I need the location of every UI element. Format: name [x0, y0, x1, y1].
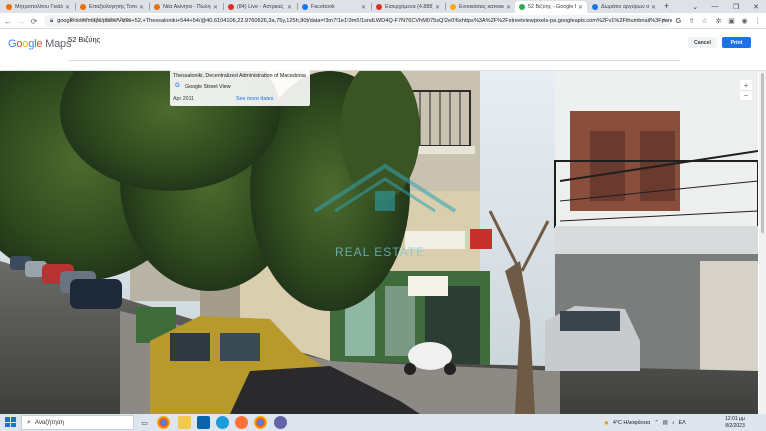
search-icon: ⌕ [27, 418, 31, 426]
chrome-active-icon[interactable] [254, 416, 267, 429]
start-logo-pane [5, 417, 10, 422]
notes-field[interactable] [68, 15, 680, 61]
see-more-dates-link[interactable]: See more dates [236, 96, 273, 102]
tab-2[interactable]: Επαξιολογητής Τοποθέτησης ✕ [76, 1, 148, 13]
mail-icon[interactable] [197, 416, 210, 429]
cancel-button[interactable]: Cancel [688, 37, 717, 48]
tab-close-icon[interactable]: ✕ [361, 4, 366, 11]
tab-4[interactable]: (84) Live - Αστρικές κα ✕ [224, 1, 296, 13]
minimize-button[interactable]: — [706, 0, 724, 13]
task-view-icon[interactable]: ▭ [138, 416, 151, 429]
capture-date: Apr 2011 [173, 96, 195, 102]
clock-time: 12:01 μμ [725, 416, 745, 422]
firefox-icon[interactable] [235, 416, 248, 429]
tab-close-icon[interactable]: ✕ [435, 4, 440, 11]
file-explorer-icon[interactable] [178, 416, 191, 429]
tab-label: Νέα Ακίνητα - Πώλησ [163, 4, 211, 10]
restore-button[interactable]: ❐ [727, 0, 745, 13]
tab-label: Επαξιολογητής Τοποθέτησης [89, 4, 137, 10]
windows-taskbar: ⌕ Αναζήτηση ▭ ● 4°C Ηλιοφάνεια ⌃ ▤ ♪ ΕΛ … [0, 414, 766, 431]
tab-search-icon[interactable]: ⌄ [686, 0, 704, 13]
browser-tab-strip: Μητροπολίτου Γκιάλη ✕ Επαξιολογητής Τοπο… [0, 0, 766, 13]
address-line: Thessaloniki, Decentralized Administrati… [173, 73, 307, 79]
clock-date: 8/2/2023 [725, 422, 745, 429]
tab-favicon [376, 4, 382, 10]
tab-close-icon[interactable]: ✕ [651, 4, 656, 11]
tab-favicon [80, 4, 86, 10]
tab-6[interactable]: Εισερχόμενα (4.888) ✕ [372, 1, 444, 13]
volume-icon[interactable]: ♪ [672, 420, 675, 426]
skype-icon[interactable] [274, 416, 287, 429]
search-placeholder: Αναζήτηση [34, 419, 64, 426]
tab-close-icon[interactable]: ✕ [506, 4, 511, 11]
tab-label: Μητροπολίτου Γκιάλη [15, 4, 63, 10]
watermark-text: REAL ESTATE [335, 245, 426, 259]
tab-favicon [519, 4, 525, 10]
lock-icon[interactable]: 🔒︎ [50, 18, 53, 25]
tab-favicon [592, 4, 598, 10]
tab-label: Εισερχόμενα (4.888) [385, 4, 433, 10]
start-logo-pane [11, 417, 16, 422]
tray-overflow-icon[interactable]: ⌃ [654, 420, 659, 426]
forward-icon[interactable]: → [16, 15, 26, 27]
system-clock[interactable]: 12:01 μμ 8/2/2023 [722, 416, 748, 429]
chrome-icon[interactable] [157, 416, 170, 429]
zoom-in-button[interactable]: + [740, 80, 752, 90]
logo-maps-word: Maps [42, 38, 72, 50]
network-icon[interactable]: ▤ [663, 420, 668, 426]
bookmark-star-icon[interactable]: ☆ [700, 16, 709, 26]
new-tab-button[interactable]: + [664, 1, 669, 11]
tab-close-icon[interactable]: ✕ [213, 4, 218, 11]
tab-favicon [6, 4, 12, 10]
print-button[interactable]: Print [722, 37, 751, 48]
provider-label: Google Street View [185, 84, 231, 90]
tab-label: Facebook [311, 4, 335, 10]
tab-9[interactable]: Δωμάτιο αργύρων στο ✕ [588, 1, 660, 13]
share-icon[interactable]: ⇪ [687, 16, 696, 26]
tab-favicon [450, 4, 456, 10]
tab-1[interactable]: Μητροπολίτου Γκιάλη ✕ [2, 1, 74, 13]
page-scrollbar[interactable] [759, 71, 766, 414]
scrollbar-thumb[interactable] [761, 73, 764, 233]
tab-close-icon[interactable]: ✕ [578, 4, 583, 11]
menu-kebab-icon[interactable]: ⋮ [753, 16, 762, 26]
taskbar-search-box[interactable]: ⌕ Αναζήτηση [21, 415, 134, 430]
tab-label: Ενοικιάσεις κατοικιών [459, 4, 504, 10]
extension-icon[interactable]: ✲ [714, 16, 723, 26]
tab-3[interactable]: Νέα Ακίνητα - Πώλησ ✕ [150, 1, 222, 13]
logo-letters: Google Maps [8, 38, 71, 50]
tab-close-icon[interactable]: ✕ [287, 4, 292, 11]
system-tray: ● 4°C Ηλιοφάνεια ⌃ ▤ ♪ ΕΛ [604, 414, 690, 431]
weather-icon[interactable]: ● [604, 418, 609, 427]
street-view-image[interactable]: REAL ESTATE [0, 71, 758, 414]
tab-label: 52 Βιζύης - Google M [528, 4, 576, 10]
tab-label: (84) Live - Αστρικές κα [237, 4, 285, 10]
tab-close-icon[interactable]: ✕ [65, 4, 70, 11]
back-icon[interactable]: ← [3, 15, 13, 27]
close-window-button[interactable]: ✕ [747, 0, 765, 13]
profile-avatar-icon[interactable]: ◉ [740, 16, 749, 26]
google-maps-logo: Google Maps [8, 38, 71, 50]
tab-label: Δωμάτιο αργύρων στο [601, 4, 649, 10]
tab-favicon [302, 4, 308, 10]
windows-start-button[interactable] [4, 416, 16, 428]
start-logo-pane [11, 422, 16, 427]
tab-8-active[interactable]: 52 Βιζύης - Google M ✕ [515, 1, 587, 13]
weather-text[interactable]: 4°C Ηλιοφάνεια [613, 420, 650, 426]
language-indicator[interactable]: ΕΛ [679, 420, 686, 426]
tab-5[interactable]: Facebook ✕ [298, 1, 370, 13]
street-view-info-card: Thessaloniki, Decentralized Administrati… [170, 70, 310, 106]
tab-close-icon[interactable]: ✕ [139, 4, 144, 11]
tab-favicon [154, 4, 160, 10]
reload-icon[interactable]: ⟳ [29, 15, 39, 27]
zoom-out-button[interactable]: − [740, 90, 752, 100]
street-scene [0, 71, 758, 414]
tab-7[interactable]: Ενοικιάσεις κατοικιών ✕ [446, 1, 515, 13]
start-logo-pane [5, 422, 10, 427]
edge-icon[interactable] [216, 416, 229, 429]
google-g-icon: G [175, 83, 180, 89]
side-panel-icon[interactable]: ▣ [727, 16, 736, 26]
tab-favicon [228, 4, 234, 10]
